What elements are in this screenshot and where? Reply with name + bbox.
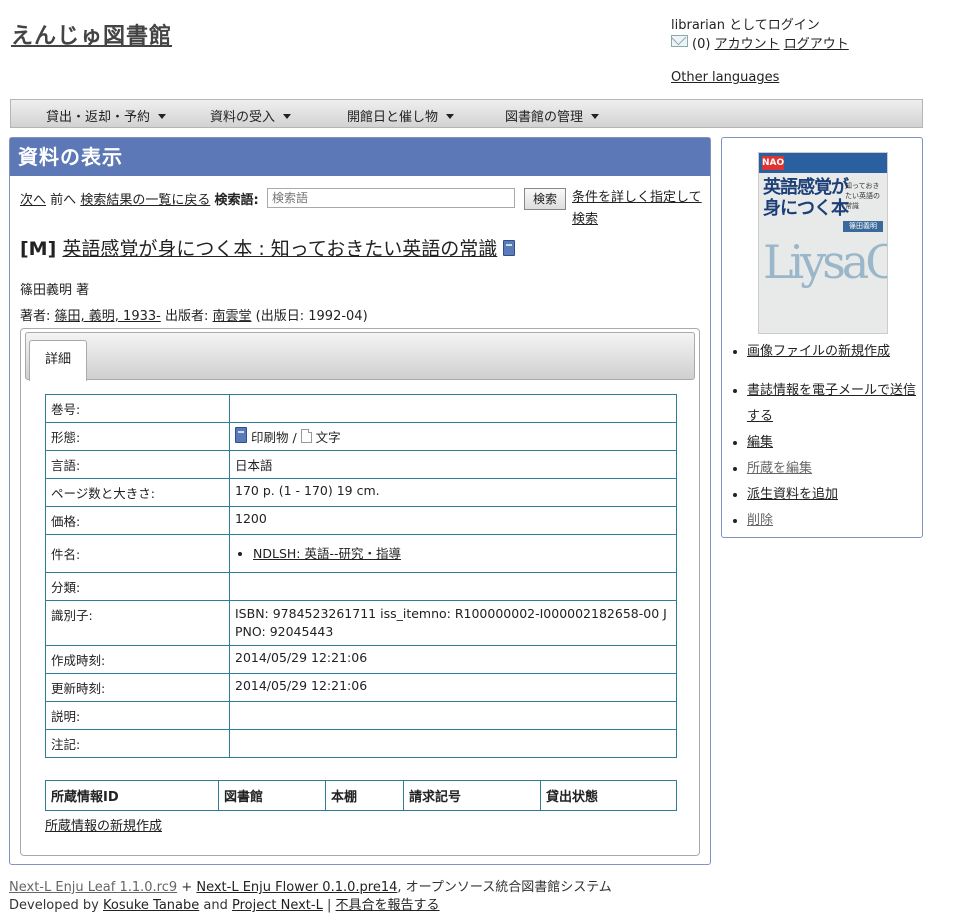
logout-link[interactable]: ログアウト (784, 37, 849, 52)
chevron-down-icon (283, 114, 292, 119)
table-row: 言語: 日本語 (45, 450, 677, 479)
other-languages-link[interactable]: Other languages (671, 70, 779, 85)
sidebar-item-new-picture[interactable]: 画像ファイルの新規作成 (747, 344, 890, 359)
next-link[interactable]: 次へ (20, 193, 46, 208)
new-item-link[interactable]: 所蔵情報の新規作成 (45, 815, 162, 834)
user-box: librarian としてログイン (0) アカウント ログアウト (671, 16, 849, 54)
footer-leaf-link[interactable]: Next-L Enju Leaf 1.1.0.rc9 (9, 880, 177, 895)
table-row: 作成時刻: 2014/05/29 12:21:06 (45, 645, 677, 674)
tab-strip: 詳細 (25, 332, 695, 381)
table-row: 分類: (45, 572, 677, 601)
search-input[interactable] (267, 188, 515, 208)
sidebar-item-edit[interactable]: 編集 (747, 435, 773, 450)
record-title-row: [M] 英語感覚が身につく本 : 知っておきたい英語の常識 (20, 236, 516, 262)
document-icon (300, 429, 312, 443)
main-panel: 資料の表示 次へ 前へ 検索結果の一覧に戻る 検索語: 検索 条件を詳しく指定し… (9, 137, 711, 865)
sidebar-actions: 画像ファイルの新規作成 書誌情報を電子メールで送信する 編集 所蔵を編集 派生資… (730, 339, 927, 534)
detail-table: 巻号: 形態: 印刷物 / 文字 言語: 日本語 ページ数と大きさ: 170 p. … (45, 394, 677, 758)
footer-report-link[interactable]: 不具合を報告する (336, 898, 440, 913)
table-row: 形態: 印刷物 / 文字 (45, 422, 677, 451)
table-row: 識別子: ISBN: 9784523261711 iss_itemno: R100… (45, 600, 677, 646)
items-table: 所蔵情報ID 図書館 本棚 請求記号 貸出状態 (45, 780, 677, 811)
statement-of-responsibility: 篠田義明 著 (20, 283, 90, 298)
chevron-down-icon (158, 114, 167, 119)
record-meta: 著者: 篠田, 義明, 1933- 出版者: 南雲堂 (出版日: 1992-04… (20, 309, 368, 324)
back-to-results-link[interactable]: 検索結果の一覧に戻る (80, 193, 210, 208)
tab-detail[interactable]: 詳細 (29, 340, 87, 381)
page-title: 資料の表示 (10, 138, 710, 176)
publisher-link[interactable]: 南雲堂 (213, 309, 252, 324)
search-label: 検索語: (214, 193, 259, 208)
table-row: 説明: (45, 701, 677, 730)
sidebar-item-delete[interactable]: 削除 (747, 513, 773, 528)
main-menu: 貸出・返却・予約 資料の受入 開館日と催し物 図書館の管理 (10, 99, 923, 128)
table-header-row: 所蔵情報ID 図書館 本棚 請求記号 貸出状態 (45, 780, 677, 811)
footer-author-link[interactable]: Kosuke Tanabe (103, 898, 199, 913)
prev-label: 前へ (50, 193, 77, 208)
table-row: 価格: 1200 (45, 506, 677, 535)
message-count: (0) (692, 37, 711, 52)
footer-flower-link[interactable]: Next-L Enju Flower 0.1.0.pre14 (196, 880, 397, 895)
sidebar-item-edit-items[interactable]: 所蔵を編集 (747, 461, 812, 476)
book-cover-image: NAO 英語感覚が身につく本 知っておきたい英語の常識 篠田義明 LiysaOE (758, 152, 888, 334)
menu-admin[interactable]: 図書館の管理 (505, 106, 600, 125)
table-row: 件名: NDLSH: 英語--研究・指導 (45, 534, 677, 573)
table-row: 更新時刻: 2014/05/29 12:21:06 (45, 673, 677, 702)
detail-tabs: 詳細 巻号: 形態: 印刷物 / 文字 言語: 日本語 ページ数と大きさ: 170 … (20, 328, 700, 856)
creator-link[interactable]: 篠田, 義明, 1933- (55, 309, 161, 324)
type-badge: [M] (20, 238, 57, 260)
subject-link[interactable]: NDLSH: 英語--研究・指導 (253, 546, 401, 561)
table-row: 注記: (45, 729, 677, 758)
table-row: 巻号: (45, 394, 677, 423)
footer: Next-L Enju Leaf 1.1.0.rc9 + Next-L Enju… (9, 880, 612, 913)
account-link[interactable]: アカウント (715, 37, 780, 52)
search-button[interactable]: 検索 (524, 188, 566, 210)
mail-icon[interactable] (671, 35, 688, 47)
footer-project-link[interactable]: Project Next-L (232, 898, 323, 913)
chevron-down-icon (446, 114, 455, 119)
menu-acquisition[interactable]: 資料の受入 (210, 106, 292, 125)
login-status: librarian としてログイン (671, 18, 820, 33)
table-row: ページ数と大きさ: 170 p. (1 - 170) 19 cm. (45, 478, 677, 507)
sidebar: NAO 英語感覚が身につく本 知っておきたい英語の常識 篠田義明 LiysaOE… (721, 137, 923, 538)
chevron-down-icon (591, 114, 600, 119)
book-icon (503, 240, 516, 256)
pub-date: (出版日: 1992-04) (255, 309, 368, 324)
sidebar-item-add-derivative[interactable]: 派生資料を追加 (747, 487, 838, 502)
record-title[interactable]: 英語感覚が身につく本 : 知っておきたい英語の常識 (62, 238, 497, 260)
sidebar-item-email[interactable]: 書誌情報を電子メールで送信する (747, 383, 916, 424)
menu-events[interactable]: 開館日と催し物 (347, 106, 455, 125)
site-title[interactable]: えんじゅ図書館 (11, 18, 172, 50)
book-icon (235, 427, 247, 443)
advanced-search-link[interactable]: 条件を詳しく指定して検索 (572, 187, 704, 231)
menu-circulation[interactable]: 貸出・返却・予約 (46, 106, 167, 125)
